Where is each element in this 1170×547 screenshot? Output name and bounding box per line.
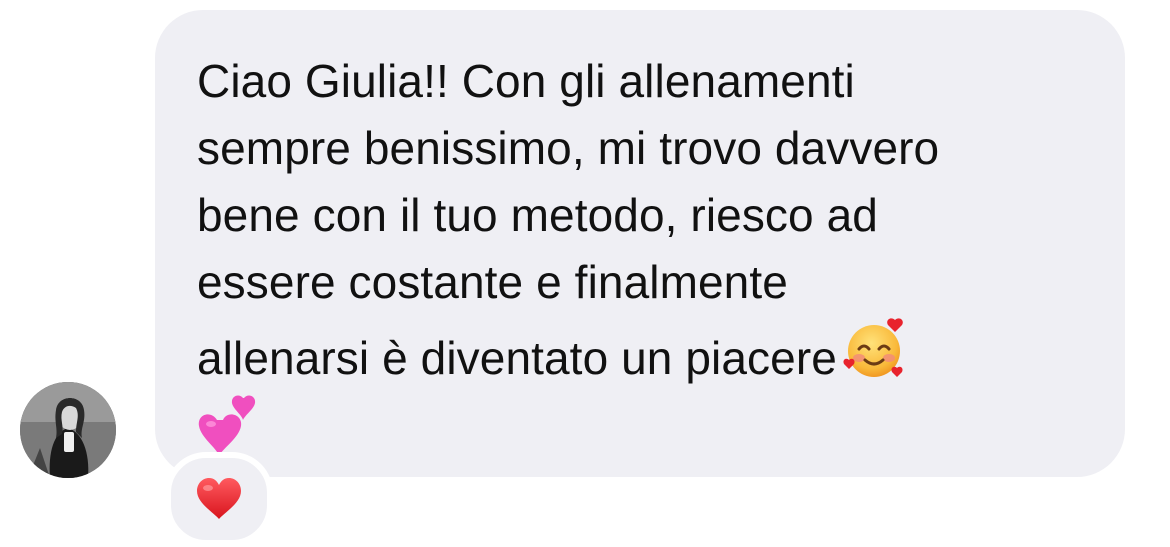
avatar-photo-icon (20, 382, 116, 478)
message-bubble[interactable]: Ciao Giulia!! Con gli allenamenti sempre… (155, 10, 1125, 477)
two-hearts-icon (197, 394, 1085, 465)
message-line: essere costante e finalmente (197, 256, 788, 308)
message-line: Ciao Giulia!! Con gli allenamenti (197, 55, 855, 107)
message-line: allenarsi è diventato un piacere (197, 332, 837, 384)
message-text: Ciao Giulia!! Con gli allenamenti sempre… (197, 48, 1085, 392)
reaction-badge[interactable] (165, 452, 273, 546)
sender-avatar[interactable] (20, 382, 116, 478)
message-line: bene con il tuo metodo, riesco ad (197, 189, 878, 241)
smiling-face-with-hearts-icon (843, 316, 909, 382)
red-heart-icon (197, 478, 241, 519)
message-line: sempre benissimo, mi trovo davvero (197, 122, 940, 174)
